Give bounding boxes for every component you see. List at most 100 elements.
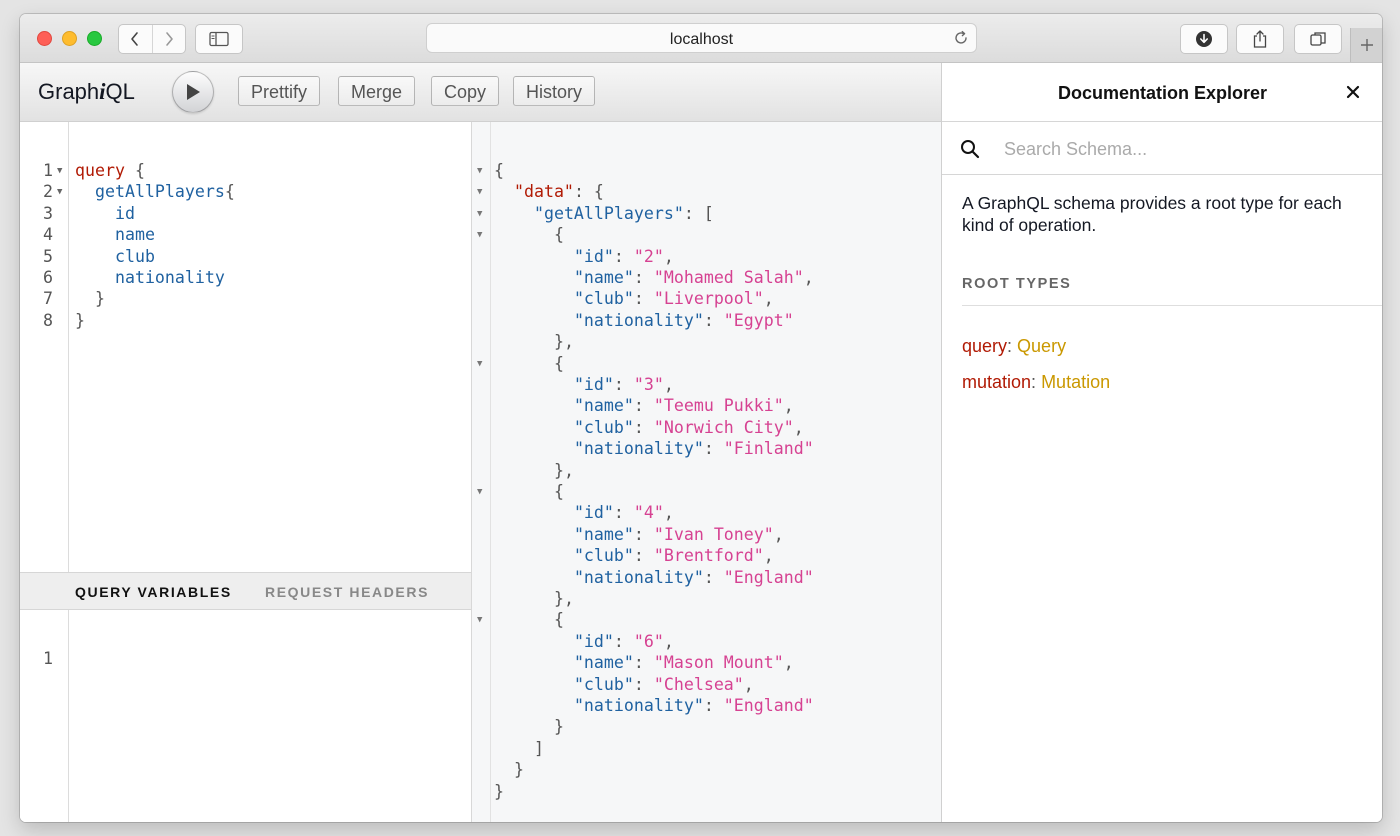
code-token: : — [613, 631, 634, 651]
code-token: , — [763, 546, 774, 566]
merge-button[interactable]: Merge — [338, 76, 416, 106]
sidebar-icon — [209, 31, 229, 47]
code-token: , — [743, 674, 754, 694]
fold-arrow-icon[interactable]: ▼ — [477, 359, 482, 369]
code-token: : — [633, 653, 654, 673]
share-button[interactable] — [1236, 24, 1284, 54]
graphiql-toolbar: GraphiQL Prettify Merge Copy History — [20, 63, 941, 122]
close-icon — [1346, 85, 1360, 99]
code-token: : — [633, 417, 654, 437]
code-token: : — [703, 567, 724, 587]
code-line: "nationality": "England" — [494, 695, 814, 717]
root-type-mutation: mutation: Mutation — [962, 372, 1110, 393]
tab-overview-button[interactable] — [1294, 24, 1342, 54]
root-type-link[interactable]: Query — [1017, 336, 1066, 356]
prettify-button[interactable]: Prettify — [238, 76, 321, 106]
back-button[interactable] — [119, 25, 152, 53]
execute-query-button[interactable] — [172, 71, 214, 113]
code-token: , — [663, 631, 674, 651]
chevron-left-icon — [131, 32, 139, 46]
variables-tab-bar: QUERY VARIABLES REQUEST HEADERS — [20, 572, 471, 610]
code-token: }, — [553, 589, 574, 608]
line-number: 3 — [43, 203, 53, 223]
request-headers-tab[interactable]: REQUEST HEADERS — [265, 584, 429, 600]
fold-arrow-icon[interactable]: ▼ — [477, 615, 482, 625]
code-token: : — [633, 546, 654, 566]
line-number: 7 — [43, 289, 53, 309]
code-line: { — [494, 481, 564, 503]
code-token: "nationality" — [573, 696, 704, 715]
code-line: } — [75, 288, 105, 310]
code-line: "id": "3", — [494, 374, 674, 396]
graphiql-logo: GraphiQL — [38, 79, 135, 105]
code-token: : — [703, 310, 724, 330]
code-token: "Teemu Pukki" — [653, 396, 784, 416]
code-token: }, — [553, 332, 574, 352]
root-type-separator: : — [1031, 372, 1042, 392]
result-fold-gutter: ▼ ▼ ▼ ▼ ▼ ▼ ▼ — [472, 122, 491, 822]
code-token: "Mohamed Salah" — [653, 268, 804, 287]
code-token: "Egypt" — [723, 310, 794, 330]
variables-editor[interactable] — [69, 610, 469, 822]
code-token: "4" — [633, 503, 664, 523]
forward-button[interactable] — [151, 25, 186, 53]
fold-arrow-icon[interactable]: ▼ — [477, 166, 482, 176]
code-token: { — [124, 161, 145, 180]
fold-arrow-icon[interactable]: ▼ — [477, 487, 482, 497]
history-button[interactable]: History — [513, 76, 596, 106]
code-token: , — [773, 524, 784, 544]
code-token: "name" — [573, 524, 634, 544]
code-line: club — [75, 246, 155, 268]
code-token: } — [94, 289, 105, 309]
fold-arrow-icon[interactable]: ▼ — [477, 230, 482, 240]
address-bar[interactable]: localhost — [426, 23, 977, 53]
copy-button[interactable]: Copy — [431, 76, 500, 106]
sidebar-toggle-button[interactable] — [195, 24, 243, 54]
fold-arrow-icon[interactable]: ▼ — [57, 166, 62, 176]
new-tab-button[interactable] — [1350, 28, 1382, 62]
line-number: 1 — [43, 161, 53, 180]
download-icon — [1196, 31, 1212, 47]
root-type-link[interactable]: Mutation — [1041, 372, 1110, 392]
schema-search-input[interactable] — [1002, 134, 1366, 164]
code-line: } — [494, 759, 524, 781]
code-token: "club" — [573, 289, 634, 309]
code-token: : — [633, 268, 654, 287]
code-token: { — [553, 353, 564, 373]
fold-arrow-icon[interactable]: ▼ — [477, 187, 482, 197]
code-token: : { — [573, 182, 604, 202]
result-pane: ▼ ▼ ▼ ▼ ▼ ▼ ▼ { "data": { "getAllPlayers": [ {… — [472, 122, 941, 822]
close-window-button[interactable] — [37, 31, 52, 46]
logo-suffix: QL — [105, 79, 135, 104]
code-token: "nationality" — [573, 439, 704, 459]
code-line: { — [494, 609, 564, 631]
minimize-window-button[interactable] — [62, 31, 77, 46]
reload-button[interactable] — [952, 29, 970, 52]
downloads-button[interactable] — [1180, 24, 1228, 54]
close-docs-button[interactable] — [1346, 85, 1360, 104]
fold-arrow-icon[interactable]: ▼ — [477, 209, 482, 219]
code-token: , — [783, 653, 794, 673]
zoom-window-button[interactable] — [87, 31, 102, 46]
code-token: "Chelsea" — [653, 674, 744, 694]
code-line: { — [494, 224, 564, 246]
address-text: localhost — [669, 31, 734, 48]
fold-arrow-icon[interactable]: ▼ — [57, 187, 62, 197]
code-token: "2" — [633, 246, 664, 266]
doc-header: Documentation Explorer — [942, 63, 1382, 122]
query-variables-tab[interactable]: QUERY VARIABLES — [75, 584, 232, 600]
